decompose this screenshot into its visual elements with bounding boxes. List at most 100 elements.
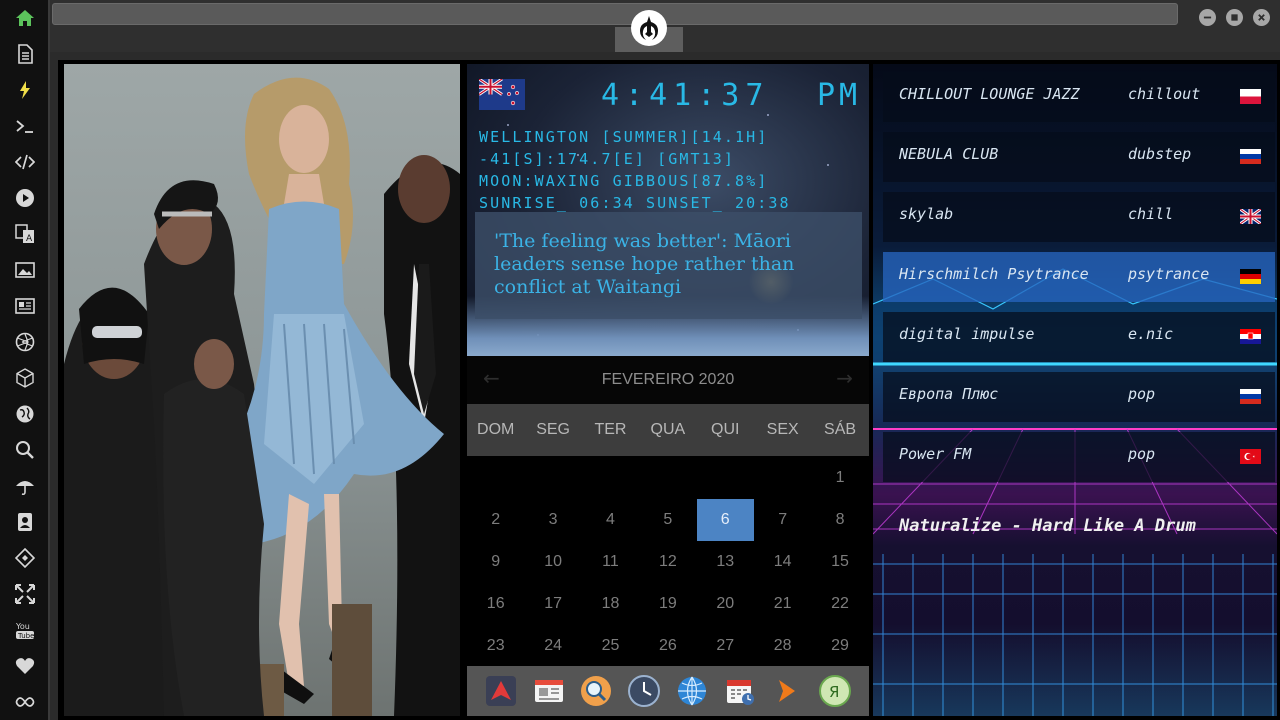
calendar-day-today[interactable]: 6 (696, 499, 754, 541)
minimize-icon[interactable] (1199, 9, 1216, 26)
band-photo (64, 77, 460, 716)
russia-flag (1240, 149, 1261, 164)
heart-icon[interactable] (13, 654, 37, 678)
calendar-week-row: 2345678 (467, 499, 869, 541)
globe-app-icon[interactable] (675, 674, 709, 708)
desktop: A You Tube 4:41:37 PM WELLINGTON [SUMMER… (0, 0, 1280, 720)
infinity-icon[interactable] (13, 690, 37, 714)
calendar-day[interactable]: 2 (467, 499, 524, 541)
calendar-day[interactable]: 11 (582, 541, 639, 583)
news-ticker[interactable]: 'The feeling was better': Māori leaders … (475, 212, 862, 319)
station-row-selected[interactable]: Hirschmilch Psytrance psytrance (883, 252, 1275, 302)
weekday-label: DOM (477, 421, 515, 438)
calendar-day[interactable]: 27 (697, 625, 754, 667)
calendar-day[interactable]: 3 (524, 499, 581, 541)
station-name: skylab (899, 205, 954, 223)
calendar-day[interactable]: 25 (582, 625, 639, 667)
poland-flag (1240, 89, 1261, 104)
calendar-day[interactable]: 21 (754, 583, 811, 625)
calendar-day[interactable]: 18 (582, 583, 639, 625)
station-name: Европа Плюс (899, 385, 999, 403)
station-name: NEBULA CLUB (899, 145, 999, 163)
calendar-day[interactable]: 8 (811, 499, 868, 541)
calendar-day (582, 457, 639, 499)
clock-app-icon[interactable] (627, 674, 661, 708)
station-row[interactable]: NEBULA CLUB dubstep (883, 132, 1275, 182)
calendar-day[interactable]: 9 (467, 541, 524, 583)
expand-icon[interactable] (13, 582, 37, 606)
title-bar (50, 0, 1280, 52)
red-app-icon[interactable] (484, 674, 518, 708)
news-icon[interactable] (13, 294, 37, 318)
aperture-icon[interactable] (13, 330, 37, 354)
globe-icon[interactable] (13, 402, 37, 426)
next-month-button[interactable]: → (836, 366, 853, 390)
search-icon[interactable] (13, 438, 37, 462)
station-genre: pop (1128, 445, 1156, 463)
umbrella-icon[interactable] (13, 474, 37, 498)
station-row[interactable]: Европа Плюс pop (883, 372, 1275, 422)
station-name: Hirschmilch Psytrance (899, 265, 1089, 283)
calendar-day[interactable]: 16 (467, 583, 524, 625)
station-row[interactable]: Power FM pop (883, 432, 1275, 482)
calendar-day[interactable]: 22 (811, 583, 868, 625)
yandex-app-icon[interactable]: Я (818, 674, 852, 708)
station-name: digital impulse (899, 325, 1035, 343)
calendar-day[interactable]: 19 (639, 583, 696, 625)
calendar-header: ← FEVEREIRO 2020 → (467, 356, 869, 404)
code-icon[interactable] (13, 150, 37, 174)
calendar-day[interactable]: 15 (811, 541, 868, 583)
close-icon[interactable] (1253, 9, 1270, 26)
arrow-app-icon[interactable] (770, 674, 804, 708)
calendar-day[interactable]: 17 (524, 583, 581, 625)
youtube-icon[interactable]: You Tube (13, 618, 37, 642)
prev-month-button[interactable]: ← (483, 366, 500, 390)
app-dock: Я (467, 666, 869, 716)
clock-coordinates: -41[S]:174.7[E] [GMT13] (479, 150, 736, 168)
calendar-day[interactable]: 23 (467, 625, 524, 667)
tag-icon[interactable] (13, 546, 37, 570)
calendar-app-icon[interactable] (723, 674, 757, 708)
weekday-label: QUI (711, 421, 740, 438)
calendar-day[interactable]: 4 (582, 499, 639, 541)
calendar-day[interactable]: 13 (697, 541, 754, 583)
image-icon[interactable] (13, 258, 37, 282)
station-genre: dubstep (1128, 145, 1192, 163)
calendar-day[interactable]: 29 (811, 625, 868, 667)
search-app-icon[interactable] (579, 674, 613, 708)
calendar-month: FEVEREIRO 2020 (601, 371, 735, 388)
station-genre: pop (1128, 385, 1156, 403)
home-icon[interactable] (13, 6, 37, 30)
cube-icon[interactable] (13, 366, 37, 390)
rebel-alliance-icon[interactable] (631, 10, 667, 46)
play-icon[interactable] (13, 186, 37, 210)
address-bar[interactable] (52, 3, 1178, 25)
contacts-icon[interactable] (13, 510, 37, 534)
calendar-day[interactable]: 26 (639, 625, 696, 667)
calendar-day[interactable]: 24 (524, 625, 581, 667)
station-row[interactable]: skylab chill (883, 192, 1275, 242)
calendar-day[interactable]: 5 (639, 499, 696, 541)
calendar-day[interactable]: 28 (754, 625, 811, 667)
clock-time: 4:41:37 (601, 78, 770, 113)
calendar-widget: ← FEVEREIRO 2020 → DOM SEG TER QUA QUI S… (467, 356, 869, 666)
calendar-day[interactable]: 20 (697, 583, 754, 625)
calendar-day[interactable]: 12 (639, 541, 696, 583)
newspaper-app-icon[interactable] (532, 674, 566, 708)
station-row[interactable]: CHILLOUT LOUNGE JAZZ chillout (883, 72, 1275, 122)
weekday-label: SÁB (824, 421, 857, 438)
station-row[interactable]: digital impulse e.nic (883, 312, 1275, 362)
document-icon[interactable] (13, 42, 37, 66)
station-genre: psytrance (1128, 265, 1210, 283)
news-headline[interactable]: 'The feeling was better': Māori leaders … (494, 230, 814, 299)
calendar-day[interactable]: 14 (754, 541, 811, 583)
calendar-day[interactable]: 7 (754, 499, 811, 541)
calendar-day (524, 457, 581, 499)
translate-icon[interactable]: A (13, 222, 37, 246)
calendar-day[interactable]: 1 (811, 457, 868, 499)
lightning-icon[interactable] (13, 78, 37, 102)
calendar-day[interactable]: 10 (524, 541, 581, 583)
maximize-icon[interactable] (1226, 9, 1243, 26)
calendar-weekdays: DOM SEG TER QUA QUI SEX SÁB (467, 404, 869, 456)
terminal-icon[interactable] (13, 114, 37, 138)
